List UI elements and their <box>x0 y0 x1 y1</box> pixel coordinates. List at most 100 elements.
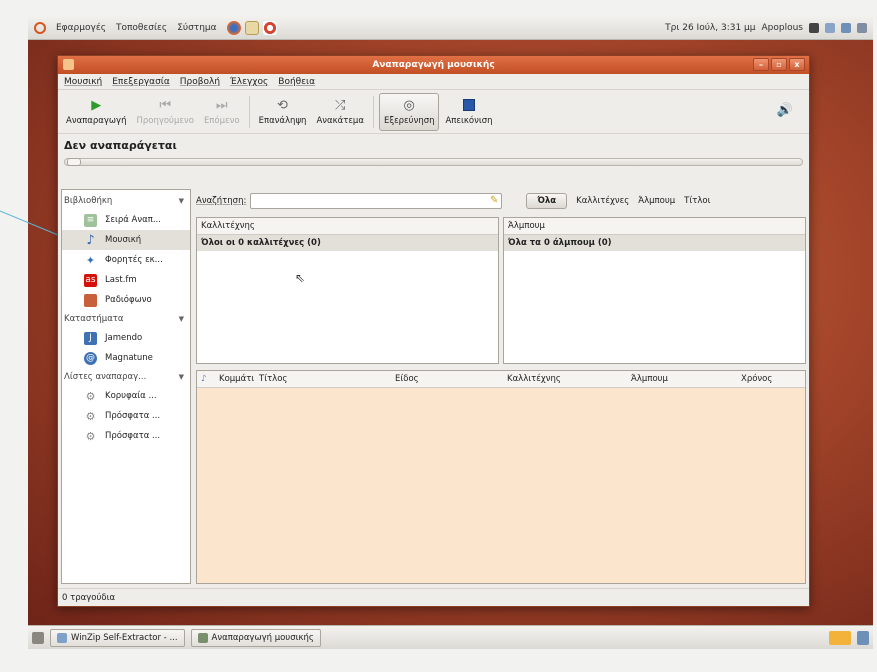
smart-playlist-icon: ⚙ <box>85 389 96 403</box>
menu-control[interactable]: Έλεγχος <box>230 77 268 87</box>
rhythmbox-window: Αναπαραγωγή μουσικής – ▫ x Μουσική Επεξε… <box>57 55 810 607</box>
sidebar-item-label: Κορυφαία ... <box>105 391 157 401</box>
sidebar-item-label: Magnatune <box>105 353 153 363</box>
previous-icon: ⏮ <box>159 97 172 113</box>
close-button[interactable]: x <box>789 58 805 71</box>
status-bar: 0 τραγούδια <box>58 588 809 606</box>
sidebar-item-recently-played[interactable]: ⚙ Πρόσφατα ... <box>62 426 190 446</box>
column-artist[interactable]: Καλλιτέχνης <box>503 374 627 384</box>
sidebar-group-label: Λίστες αναπαραγ... <box>64 372 147 382</box>
browse-button[interactable]: ◎ Εξερεύνηση <box>378 92 440 131</box>
seek-slider[interactable] <box>64 158 803 166</box>
filter-albums-button[interactable]: Άλμπουμ <box>638 196 675 206</box>
collapse-arrow-icon[interactable]: ▼ <box>179 315 184 323</box>
magnatune-icon: @ <box>84 351 97 365</box>
sidebar-item-radio[interactable]: Ραδιόφωνο <box>62 290 190 310</box>
lastfm-icon: as <box>84 273 97 287</box>
seek-slider-handle[interactable] <box>67 158 81 166</box>
smart-playlist-icon: ⚙ <box>85 429 96 443</box>
sidebar-item-top-rated[interactable]: ⚙ Κορυφαία ... <box>62 386 190 406</box>
portable-device-icon: ✦ <box>85 253 96 267</box>
next-button[interactable]: ⏭ Επόμενο <box>200 93 244 131</box>
track-list-header: ♪ Κομμάτι Τίτλος Είδος Καλλιτέχνης Άλμπο… <box>197 371 805 388</box>
source-sidebar: Βιβλιοθήκη ▼ ≡ Σειρά Αναπ... ♪ Μουσική ✦… <box>61 189 191 584</box>
sidebar-item-jamendo[interactable]: J Jamendo <box>62 328 190 348</box>
filter-titles-button[interactable]: Τίτλοι <box>684 196 710 206</box>
library-content: Αναζήτηση: ✎ Όλα Καλλιτέχνες Άλμπουμ Τίτ… <box>196 189 806 584</box>
workspace-switcher[interactable] <box>829 630 851 645</box>
sidebar-item-portable-devices[interactable]: ✦ Φορητές εκ... <box>62 250 190 270</box>
menu-music[interactable]: Μουσική <box>64 77 102 87</box>
album-all-row[interactable]: Όλα τα 0 άλμπουμ (0) <box>504 235 805 251</box>
column-track[interactable]: Κομμάτι <box>215 374 255 384</box>
sidebar-item-magnatune[interactable]: @ Magnatune <box>62 348 190 368</box>
jamendo-icon: J <box>84 331 97 345</box>
column-album[interactable]: Άλμπουμ <box>627 374 737 384</box>
column-time[interactable]: Χρόνος <box>737 374 772 384</box>
taskbar-music-player[interactable]: Αναπαραγωγή μουσικής <box>190 628 321 647</box>
sidebar-item-play-queue[interactable]: ≡ Σειρά Αναπ... <box>62 210 190 230</box>
artist-column-header[interactable]: Καλλιτέχνης <box>197 218 498 235</box>
album-column-header[interactable]: Άλμπουμ <box>504 218 805 235</box>
shuffle-button[interactable]: ⤮ Ανακάτεμα <box>312 93 368 131</box>
track-list[interactable]: ♪ Κομμάτι Τίτλος Είδος Καλλιτέχνης Άλμπο… <box>196 370 806 584</box>
visualization-button[interactable]: Απεικόνιση <box>441 93 496 131</box>
toolbar-separator <box>372 95 374 128</box>
previous-button[interactable]: ⏮ Προηγούμενο <box>132 93 197 131</box>
browse-icon: ◎ <box>403 97 415 113</box>
toolbar: ▶ Αναπαραγωγή ⏮ Προηγούμενο ⏭ Επόμενο ⟲ … <box>58 90 809 134</box>
search-filters: Όλα Καλλιτέχνες Άλμπουμ Τίτλοι <box>526 193 710 209</box>
taskbar-winzip[interactable]: WinZip Self-Extractor - ... <box>50 628 185 647</box>
next-label: Επόμενο <box>203 116 240 126</box>
window-titlebar[interactable]: Αναπαραγωγή μουσικής – ▫ x <box>58 56 809 74</box>
playing-column-icon: ♪ <box>201 374 207 384</box>
sidebar-item-label: Πρόσφατα ... <box>105 411 161 421</box>
menu-edit[interactable]: Επεξεργασία <box>112 77 170 87</box>
visualization-icon <box>461 97 477 113</box>
search-input[interactable]: ✎ <box>250 193 503 209</box>
collapse-arrow-icon[interactable]: ▼ <box>179 373 184 381</box>
music-player-window-icon <box>197 632 208 643</box>
music-note-icon: ♪ <box>86 232 95 248</box>
repeat-icon: ⟲ <box>277 97 288 113</box>
main-area: Βιβλιοθήκη ▼ ≡ Σειρά Αναπ... ♪ Μουσική ✦… <box>61 189 806 584</box>
trash-icon[interactable] <box>857 630 869 645</box>
next-icon: ⏭ <box>215 97 228 113</box>
shuffle-label: Ανακάτεμα <box>316 116 364 126</box>
repeat-button[interactable]: ⟲ Επανάληψη <box>255 93 311 131</box>
show-desktop-icon[interactable] <box>32 631 44 644</box>
search-label: Αναζήτηση: <box>196 196 247 206</box>
sidebar-item-label: Πρόσφατα ... <box>105 431 161 441</box>
maximize-button[interactable]: ▫ <box>771 58 787 71</box>
sidebar-item-lastfm[interactable]: as Last.fm <box>62 270 190 290</box>
sidebar-item-recently-added[interactable]: ⚙ Πρόσφατα ... <box>62 406 190 426</box>
volume-icon[interactable]: 🔊 <box>777 103 793 118</box>
filter-all-button[interactable]: Όλα <box>526 193 568 209</box>
column-title[interactable]: Τίτλος <box>255 374 391 384</box>
artist-all-row[interactable]: Όλοι οι 0 καλλιτέχνες (0) <box>197 235 498 251</box>
filter-artists-button[interactable]: Καλλιτέχνες <box>576 196 629 206</box>
menu-help[interactable]: Βοήθεια <box>278 77 315 87</box>
play-button[interactable]: ▶ Αναπαραγωγή <box>62 93 130 131</box>
album-browser[interactable]: Άλμπουμ Όλα τα 0 άλμπουμ (0) <box>503 217 806 364</box>
clear-search-icon[interactable]: ✎ <box>490 195 498 206</box>
browser-panes: Καλλιτέχνης Όλοι οι 0 καλλιτέχνες (0) ⇖ … <box>196 217 806 364</box>
sidebar-group-library[interactable]: Βιβλιοθήκη ▼ <box>62 192 190 210</box>
previous-label: Προηγούμενο <box>136 116 194 126</box>
repeat-label: Επανάληψη <box>258 116 307 126</box>
artist-browser[interactable]: Καλλιτέχνης Όλοι οι 0 καλλιτέχνες (0) ⇖ <box>196 217 499 364</box>
menu-view[interactable]: Προβολή <box>180 77 220 87</box>
sidebar-group-playlists[interactable]: Λίστες αναπαραγ... ▼ <box>62 368 190 386</box>
sidebar-item-music[interactable]: ♪ Μουσική <box>62 230 190 250</box>
minimize-button[interactable]: – <box>753 58 769 71</box>
sidebar-group-label: Βιβλιοθήκη <box>64 196 113 206</box>
sidebar-item-label: Last.fm <box>105 275 137 285</box>
mouse-cursor-icon: ⇖ <box>295 271 306 285</box>
column-genre[interactable]: Είδος <box>391 374 503 384</box>
sidebar-item-label: Μουσική <box>105 235 142 245</box>
search-row: Αναζήτηση: ✎ Όλα Καλλιτέχνες Άλμπουμ Τίτ… <box>196 189 806 213</box>
winzip-window-icon <box>57 632 67 643</box>
app-icon <box>63 59 74 70</box>
sidebar-group-stores[interactable]: Καταστήματα ▼ <box>62 310 190 328</box>
collapse-arrow-icon[interactable]: ▼ <box>179 197 184 205</box>
